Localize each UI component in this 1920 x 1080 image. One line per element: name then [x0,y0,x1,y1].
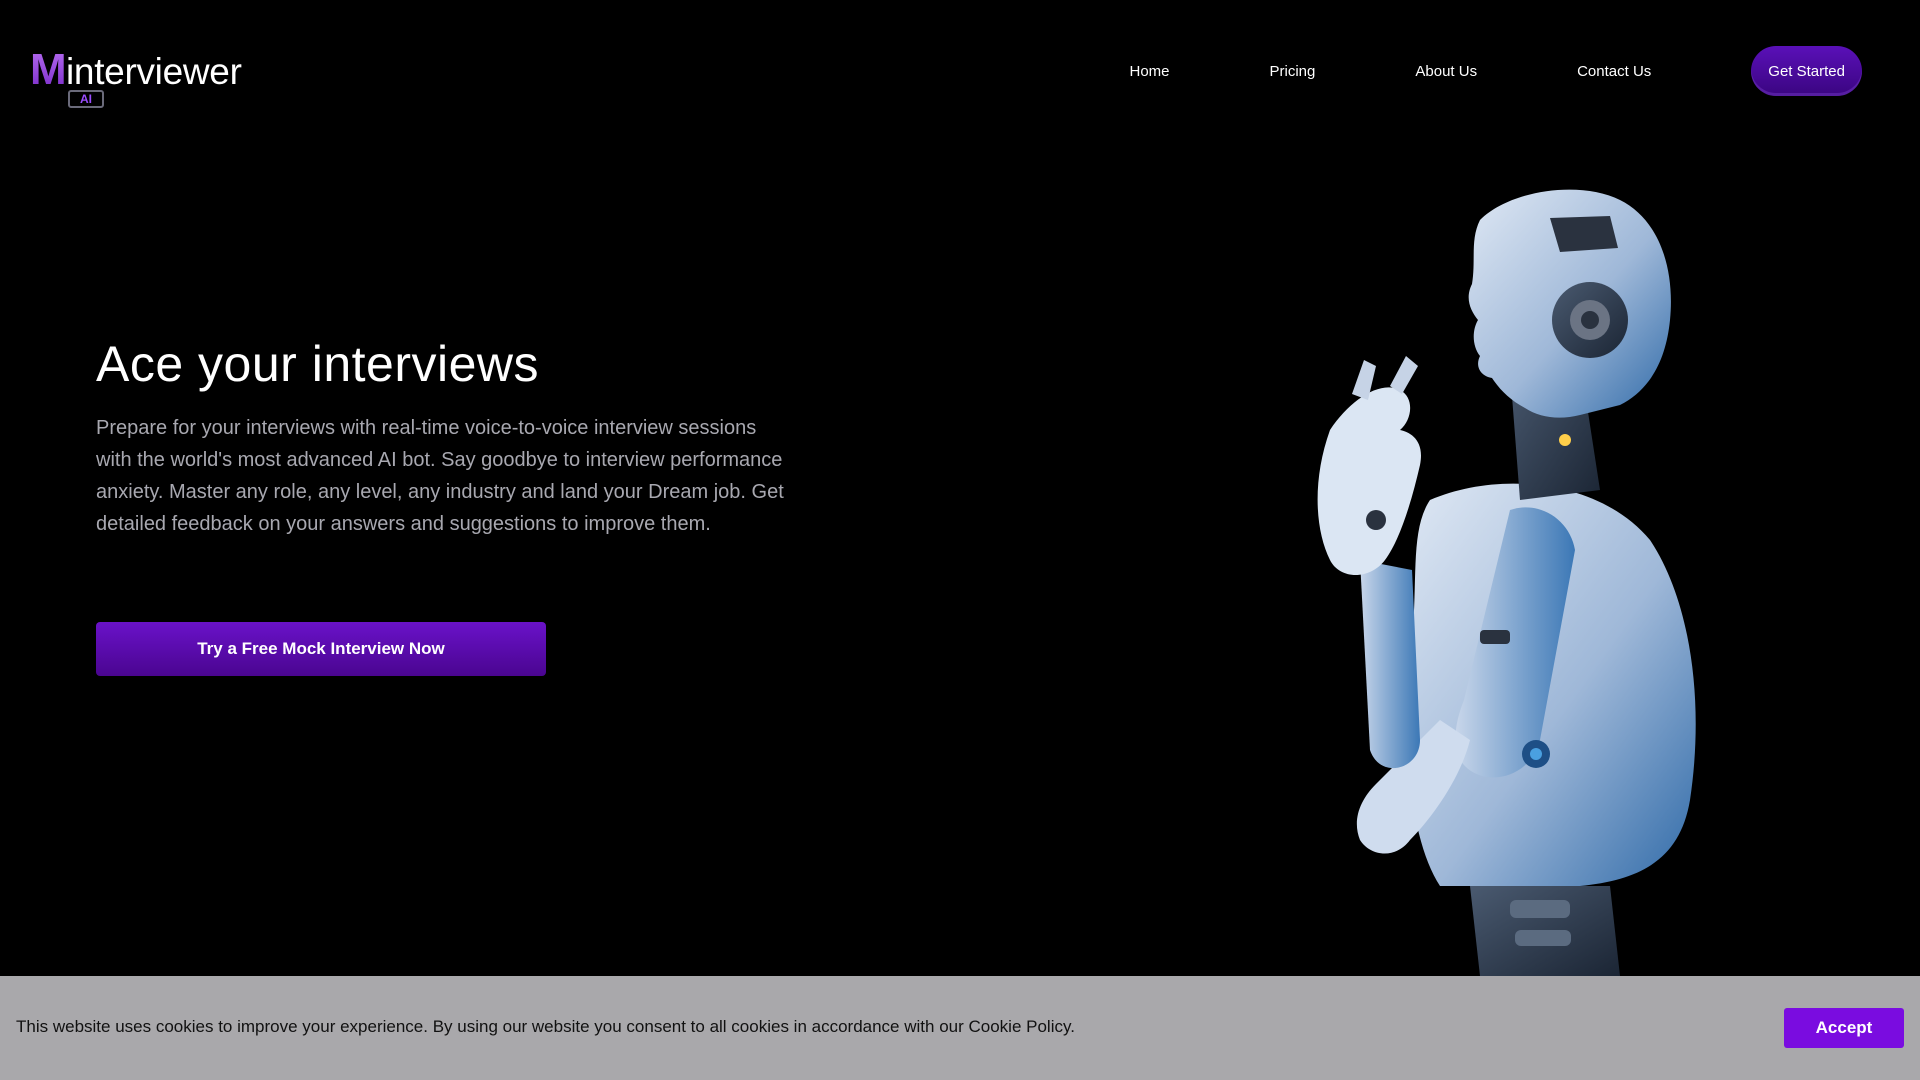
logo-ai-badge: AI [68,90,104,108]
nav-link-pricing[interactable]: Pricing [1270,63,1316,80]
free-mock-interview-button[interactable]: Try a Free Mock Interview Now [96,622,546,676]
site-logo[interactable]: M interviewer AI [30,45,242,110]
cookie-message: This website uses cookies to improve you… [16,1017,1075,1036]
main-nav: Home Pricing About Us Contact Us Get Sta… [1130,46,1862,96]
hero-title: Ace your interviews [96,336,539,392]
nav-link-home[interactable]: Home [1130,63,1170,80]
logo-letter: M [30,45,67,94]
nav-link-about-us[interactable]: About Us [1415,63,1477,80]
hero-description: Prepare for your interviews with real-ti… [96,417,784,535]
nav-link-contact-us[interactable]: Contact Us [1577,63,1651,80]
get-started-button[interactable]: Get Started [1751,46,1862,96]
accept-cookies-button[interactable]: Accept [1784,1008,1904,1048]
robot-illustration [1317,189,1696,976]
logo-wordmark: interviewer [66,51,242,92]
